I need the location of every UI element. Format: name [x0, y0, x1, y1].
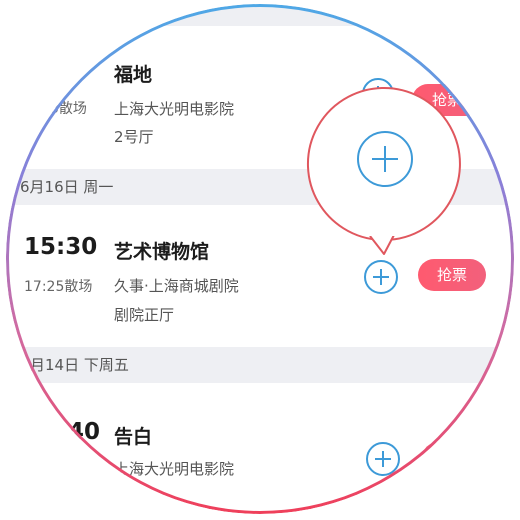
add-to-calendar-button[interactable]: [364, 260, 398, 294]
end-time-label: 17:25散场: [24, 279, 93, 295]
buy-ticket-button[interactable]: [422, 442, 482, 474]
schedule-list: 福地 3散场 上海大光明电影院 2号厅 抢票 6月16日 周一 15:30 艺术…: [6, 4, 514, 514]
film-title: 福地: [114, 64, 153, 86]
zoom-callout: [304, 86, 464, 255]
date-header-label: 6月16日 周一: [20, 178, 114, 196]
buy-ticket-button[interactable]: 抢票: [418, 259, 486, 291]
date-header-label: 月14日 下周五: [30, 356, 129, 374]
start-time: 15:30: [24, 234, 98, 260]
venue-name: 上海大光明电影院: [114, 100, 235, 118]
date-header: 月14日 下周五: [6, 347, 514, 383]
hall-name: 2号厅: [114, 128, 154, 146]
magnified-view: 福地 3散场 上海大光明电影院 2号厅 抢票 6月16日 周一 15:30 艺术…: [6, 4, 514, 514]
buy-ticket-label: 抢票: [436, 266, 467, 284]
film-title: 艺术博物馆: [114, 241, 210, 263]
end-time-label: 3散场: [50, 101, 87, 117]
venue-name: 久事·上海商城剧院: [114, 277, 239, 295]
venue-name: 上海大光明电影院: [114, 460, 235, 478]
zoom-illustration: 福地 3散场 上海大光明电影院 2号厅 抢票 6月16日 周一 15:30 艺术…: [0, 0, 520, 520]
plus-circle-icon: [357, 131, 413, 187]
hall-name: 剧院正厅: [114, 306, 175, 324]
film-title: 告白: [114, 426, 153, 448]
add-to-calendar-button[interactable]: [366, 442, 400, 476]
top-divider: [6, 4, 514, 26]
start-time: 40: [68, 419, 101, 445]
